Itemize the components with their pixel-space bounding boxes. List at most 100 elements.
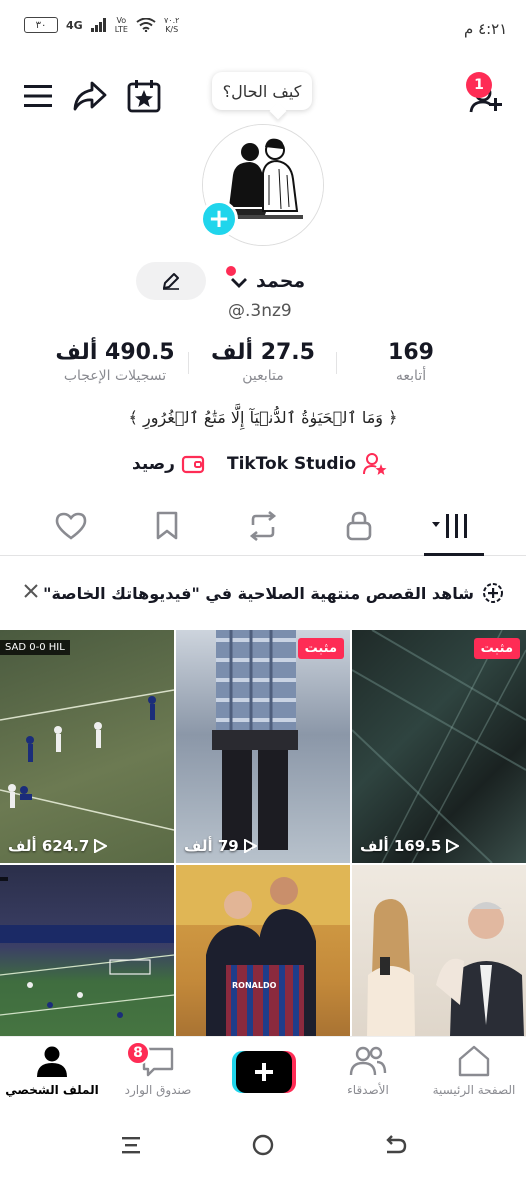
video-thumbnail-image [352,630,526,863]
profile-name-switcher[interactable]: محمد [226,266,306,292]
nav-profile-label: الملف الشخصي [5,1083,99,1097]
status-note-bubble[interactable]: كيف الحال؟ [212,72,312,110]
play-icon [446,839,460,853]
home-circle-icon [252,1134,274,1156]
tiktok-studio-link[interactable]: TikTok Studio [227,452,388,476]
video-thumbnail-image [0,689,174,831]
nav-profile[interactable]: الملف الشخصي [2,1045,102,1097]
expired-stories-banner[interactable]: شاهد القصص منتهية الصلاحية في "فيديوهاتك… [0,574,526,612]
bottom-navigation: الصفحة الرئيسية الأصدقاء صندوق الوارد 8 … [0,1036,526,1110]
tab-videos[interactable] [430,506,478,546]
video-thumbnail-image [212,630,298,850]
add-avatar-button[interactable]: + [200,200,238,238]
balance-link[interactable]: رصيد [132,454,205,474]
tiktok-studio-label: TikTok Studio [226,454,357,474]
banner-text: شاهد القصص منتهية الصلاحية في "فيديوهاتك… [43,583,474,603]
home-icon [458,1045,490,1077]
stat-label: متابعين [242,368,284,384]
speed-unit: K/S [165,25,179,34]
view-count: 624.7 ألف [0,837,174,855]
recent-apps-button[interactable] [116,1130,146,1160]
signal-icon [90,18,106,32]
share-icon[interactable] [70,76,110,116]
nav-home[interactable]: الصفحة الرئيسية [424,1045,524,1097]
video-grid-icon [432,514,467,538]
edit-profile-button[interactable] [136,262,206,300]
account-switch-icon [226,266,250,292]
profile-handle: @.3nz9 [228,301,292,321]
create-button[interactable] [232,1051,296,1093]
jersey-text: RONALDO [232,981,277,990]
tab-reposts[interactable] [238,506,288,546]
stat-label: أتابعه [395,368,427,384]
stat-followers[interactable]: 27.5 ألف متابعين [188,340,338,384]
pencil-icon [163,273,179,290]
video-thumbnail[interactable]: SAD 0-0 HIL 624.7 ألف [0,630,174,863]
profile-bio: ﴿ وَمَا ٱلۡحَيَوٰةُ ٱلدُّنۡيَآ إِلَّا مَ… [128,408,398,427]
add-story-icon [483,583,503,603]
speed-value: ٧٠.٢ [163,16,180,25]
repost-icon [249,511,277,541]
volte-bottom: LTE [114,25,128,34]
name-row: محمد [136,262,390,300]
tab-favorites[interactable] [142,506,192,546]
pinned-badge: مثبت [473,638,520,659]
balance-label: رصيد [132,454,175,474]
nav-friends-label: الأصدقاء [347,1083,389,1097]
volte-indicator: Vo LTE [115,16,128,34]
battery-icon: ٣٠ [24,17,58,33]
stat-value: 490.5 ألف [55,340,175,365]
status-bar-left: ٣٠ 4G Vo LTE ٧٠.٢ K/S [24,16,179,34]
profile-icon [37,1046,67,1077]
play-icon [94,839,108,853]
wifi-icon [136,18,156,32]
battery-level: ٣٠ [35,19,47,31]
status-time: ٤:٢١ م [464,20,508,38]
stat-likes[interactable]: 490.5 ألف تسجيلات الإعجاب [40,340,190,384]
friends-icon [349,1046,387,1076]
stat-value: 169 [388,340,434,365]
stat-following[interactable]: 169 أتابعه [336,340,486,384]
view-count-text: 624.7 ألف [8,837,90,855]
network-label: 4G [66,18,83,32]
favorites-calendar-icon[interactable] [124,76,164,116]
add-friends-badge: 1 [466,72,492,98]
video-thumbnail[interactable]: مثبت 79 ألف [176,630,350,863]
bookmark-icon [156,511,178,540]
recent-apps-icon [122,1137,140,1154]
profile-name: محمد [256,270,306,292]
lock-icon [346,511,372,541]
pinned-badge: مثبت [297,638,344,659]
active-tab-indicator [424,553,484,556]
create-plus-icon [232,1051,296,1093]
tab-liked[interactable] [46,506,96,546]
home-system-button[interactable] [248,1130,278,1160]
back-icon [386,1135,407,1154]
score-overlay: SAD 0-0 HIL [0,640,70,655]
creator-star-icon [363,453,387,475]
video-thumbnail[interactable]: مثبت 169.5 ألف [352,630,526,863]
tab-private[interactable] [334,506,384,546]
view-count-text: 169.5 ألف [360,837,442,855]
volte-top: Vo [116,16,127,25]
menu-icon[interactable] [18,76,58,116]
system-navigation [0,1110,526,1178]
heart-icon [55,512,87,540]
notification-dot [226,266,236,276]
play-icon [243,839,257,853]
network-speed: ٧٠.٢ K/S [164,16,179,34]
profile-tabs [0,498,526,556]
back-button[interactable] [380,1130,410,1160]
nav-inbox[interactable]: صندوق الوارد [108,1045,208,1097]
inbox-badge: 8 [126,1041,150,1065]
stat-label: تسجيلات الإعجاب [63,368,167,384]
close-icon[interactable] [22,582,40,604]
stat-value: 27.5 ألف [211,340,315,365]
profile-links: رصيد TikTok Studio [132,452,388,476]
score-overlay [0,877,8,881]
view-count: 169.5 ألف [352,837,526,855]
nav-friends[interactable]: الأصدقاء [318,1045,418,1097]
view-count: 79 ألف [176,837,350,855]
view-count-text: 79 ألف [184,837,239,855]
video-grid: SAD 0-0 HIL 624.7 ألف مثبت 79 ألف مثبت 1… [0,630,526,1098]
